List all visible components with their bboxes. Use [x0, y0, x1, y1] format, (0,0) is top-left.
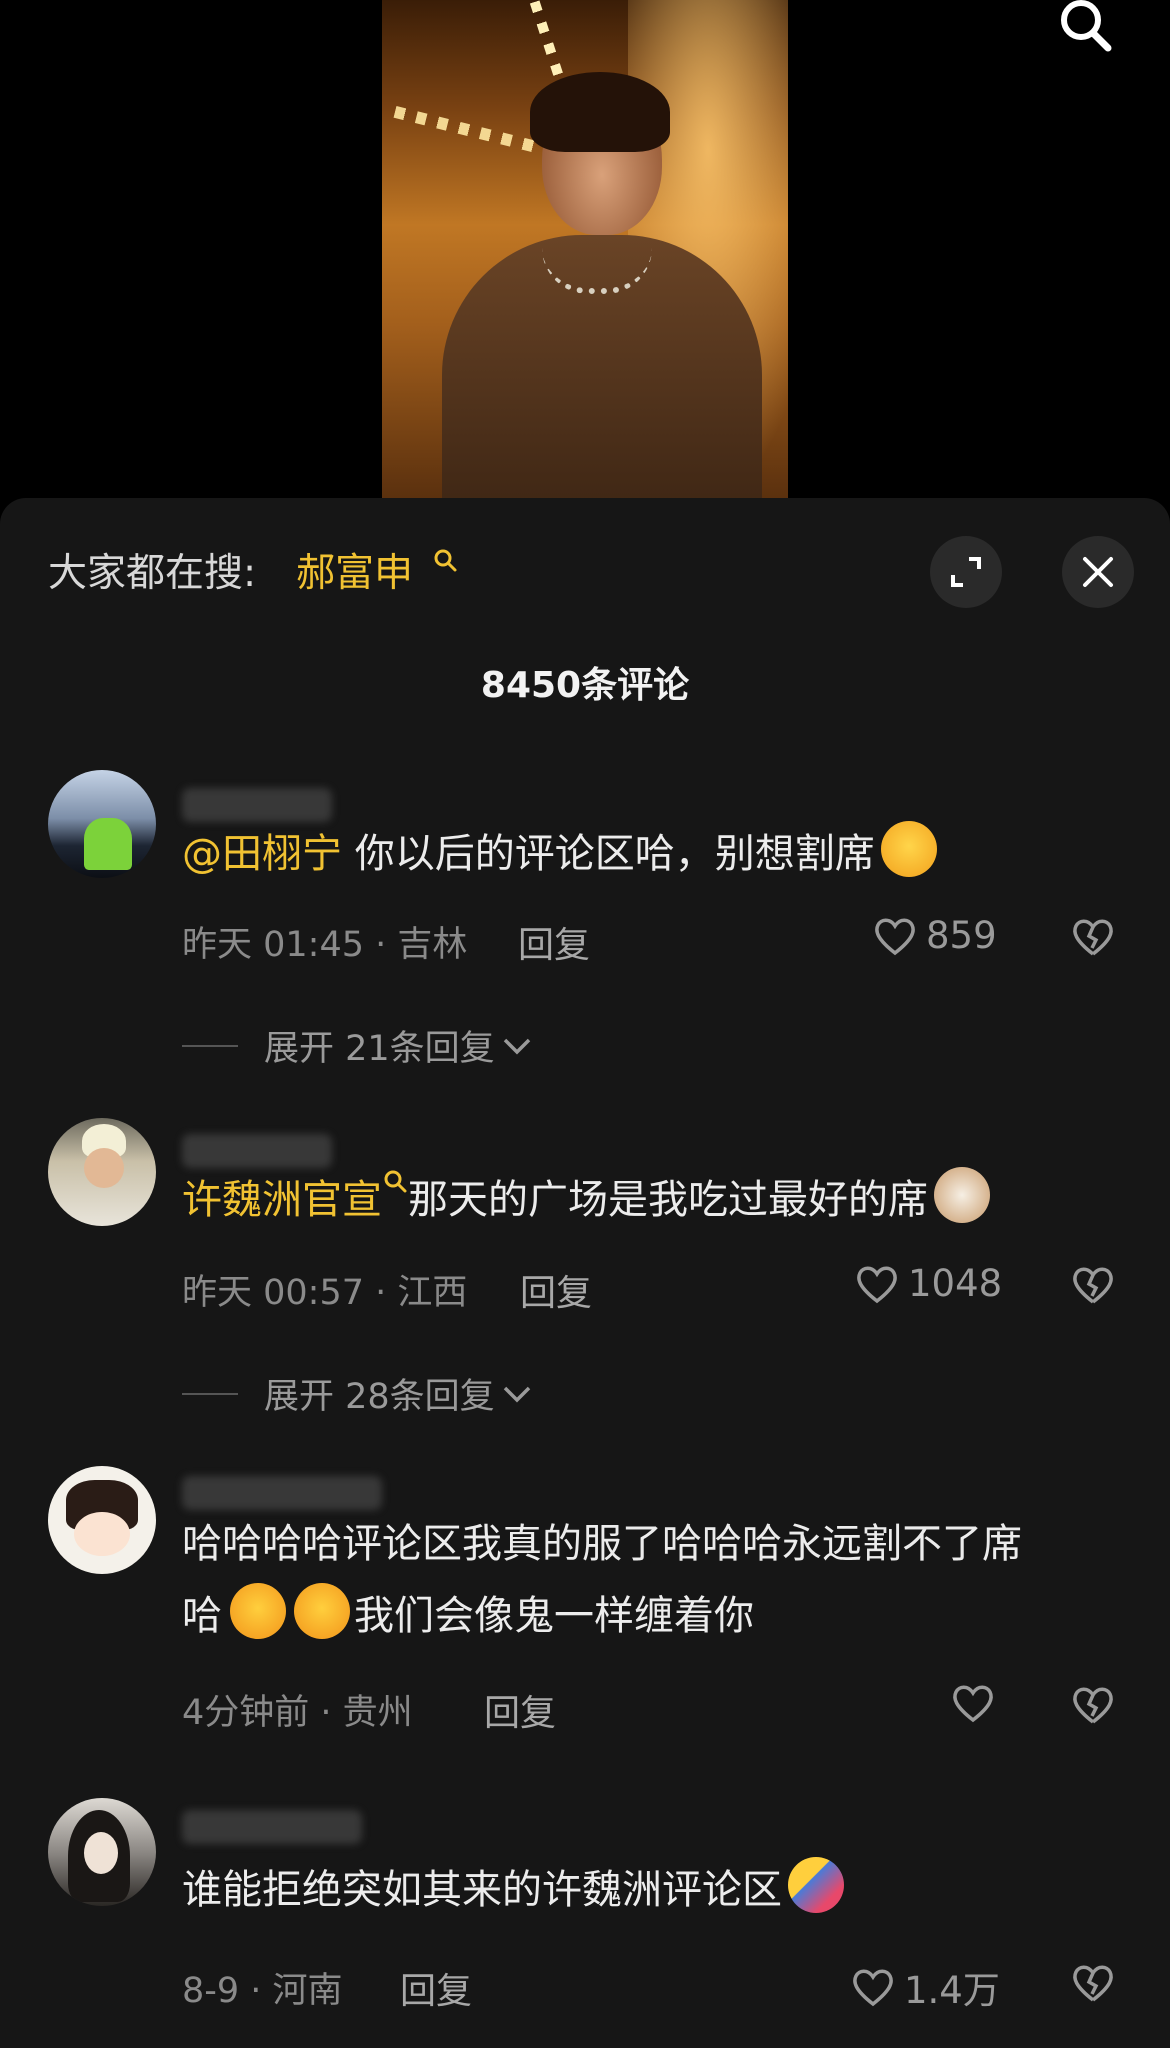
username-blurred[interactable] [182, 1134, 332, 1168]
trending-label: 大家都在搜: [48, 551, 257, 596]
chevron-down-icon [503, 1386, 530, 1402]
expand-replies-button[interactable]: 展开 21条回复 [182, 1020, 533, 1071]
comment-body: 谁能拒绝突如其来的许魏洲评论区 [182, 1867, 782, 1913]
search-icon [384, 1170, 407, 1193]
comment-text: 谁能拒绝突如其来的许魏洲评论区 [182, 1854, 1122, 1926]
comment-text: 哈哈哈哈评论区我真的服了哈哈哈永远割不了席 哈 我们会像鬼一样缠着你 [182, 1508, 1122, 1652]
grin-sweat-emoji-icon [880, 821, 937, 877]
expand-icon [951, 557, 981, 587]
broken-heart-icon[interactable] [1070, 1684, 1116, 1726]
avatar[interactable] [48, 1118, 156, 1226]
username-blurred[interactable] [182, 1810, 362, 1844]
broken-heart-icon[interactable] [1070, 1962, 1116, 2004]
kiss-emoji-icon [230, 1583, 286, 1639]
expand-replies-button[interactable]: 展开 28条回复 [182, 1368, 533, 1419]
search-icon[interactable] [1054, 0, 1114, 55]
video-person-hair [530, 72, 670, 152]
comment-meta: 4分钟前 · 贵州 [182, 1693, 413, 1733]
username-blurred[interactable] [182, 788, 332, 822]
comment-body-line1: 哈哈哈哈评论区我真的服了哈哈哈永远割不了席 [182, 1521, 1022, 1567]
comment-sheet: 大家都在搜: 郝富申 8450条评论 @田栩宁 你以后的评论区哈，别想割席 昨天… [0, 498, 1170, 2048]
avatar[interactable] [48, 1466, 156, 1574]
search-icon [434, 549, 457, 572]
like-button[interactable] [950, 1682, 1004, 1724]
comment-count: 8450条评论 [480, 665, 690, 706]
divider [182, 1044, 238, 1047]
heart-icon [875, 918, 915, 955]
hug-emoji-icon [788, 1857, 844, 1913]
comment-meta: 8-9 · 河南 [182, 1971, 343, 2011]
broken-heart-icon[interactable] [1070, 1264, 1116, 1306]
avatar-face [84, 1832, 118, 1874]
like-button[interactable]: 859 [872, 914, 997, 957]
trending-search-term[interactable]: 郝富申 [296, 542, 413, 598]
avatar-cartoon-face [74, 1512, 130, 1556]
avatar[interactable] [48, 1798, 156, 1906]
reply-button[interactable]: 回复 [484, 1684, 556, 1736]
comment-meta: 昨天 00:57 · 江西 [182, 1273, 468, 1313]
username-blurred[interactable] [182, 1476, 382, 1510]
close-icon [1083, 557, 1113, 587]
reply-button[interactable]: 回复 [520, 1264, 592, 1316]
like-button[interactable]: 1.4万 [850, 1960, 1000, 2014]
video-thumbnail[interactable] [382, 0, 788, 500]
comment-meta: 昨天 01:45 · 吉林 [182, 925, 468, 965]
comment-body: 你以后的评论区哈，别想割席 [342, 831, 875, 877]
reply-button[interactable]: 回复 [400, 1962, 472, 2014]
mention-link[interactable]: @田栩宁 [182, 831, 342, 877]
reply-button[interactable]: 回复 [518, 916, 590, 968]
expand-button[interactable] [930, 536, 1002, 608]
chevron-down-icon [503, 1038, 530, 1054]
comment-body-line2a: 哈 [182, 1593, 222, 1639]
close-button[interactable] [1062, 536, 1134, 608]
kiss-emoji-icon [294, 1583, 350, 1639]
like-button[interactable]: 1048 [854, 1262, 1002, 1305]
comment-text: 许魏洲官宣 那天的广场是我吃过最好的席 [182, 1164, 1122, 1236]
divider [182, 1392, 238, 1395]
surprised-cat-emoji-icon [934, 1167, 990, 1223]
expand-replies-label: 展开 21条回复 [264, 1029, 495, 1069]
comment-body-line2b: 我们会像鬼一样缠着你 [354, 1593, 754, 1639]
like-count: 1.4万 [904, 1969, 1000, 2012]
expand-replies-label: 展开 28条回复 [264, 1377, 495, 1417]
video-player[interactable] [0, 0, 1170, 520]
broken-heart-icon[interactable] [1070, 916, 1116, 958]
avatar-face [84, 1148, 124, 1188]
like-count: 859 [926, 914, 997, 957]
heart-icon [953, 1685, 993, 1723]
mention-link[interactable]: 许魏洲官宣 [182, 1177, 382, 1223]
video-lights-top [529, 0, 565, 80]
like-count: 1048 [908, 1262, 1003, 1305]
heart-icon [857, 1266, 897, 1303]
heart-icon [853, 1969, 893, 2007]
comment-body: 那天的广场是我吃过最好的席 [408, 1177, 928, 1223]
avatar-figure [84, 818, 132, 870]
comment-text: @田栩宁 你以后的评论区哈，别想割席 [182, 818, 1122, 890]
avatar[interactable] [48, 770, 156, 878]
